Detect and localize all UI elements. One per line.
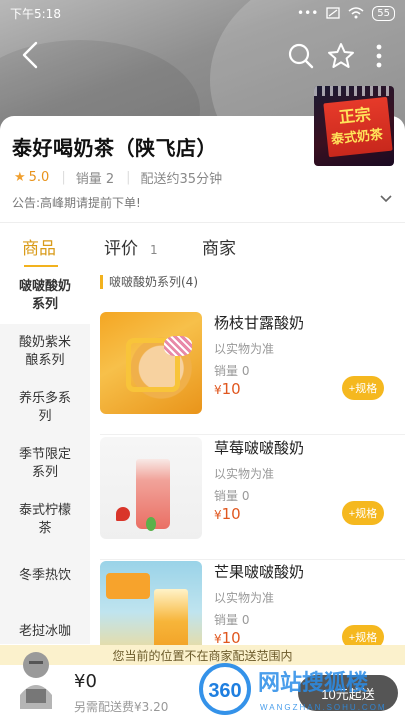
search-icon[interactable] [287, 42, 315, 70]
tab-products[interactable]: 商品 [22, 234, 56, 259]
divider [0, 222, 405, 223]
category-item[interactable]: 养乐多系列 [0, 380, 90, 436]
product-desc: 以实物为准 [214, 342, 275, 356]
product-sales: 销量 0 [214, 613, 250, 627]
product-sales: 销量 0 [214, 364, 250, 378]
currency-symbol: ¥ [214, 383, 222, 397]
tab-reviews[interactable]: 评价 1 [104, 234, 158, 259]
store-tabs: 商品 评价 1 商家 [0, 228, 405, 268]
more-dots-icon: ••• [297, 6, 319, 20]
category-item[interactable]: 季节限定系列 [0, 436, 90, 492]
store-rating: 5.0 [28, 170, 50, 185]
topping [164, 336, 192, 356]
store-meta: ★ 5.0 | 销量 2 | 配送约35分钟 [14, 168, 222, 187]
product-desc: 以实物为准 [214, 467, 275, 481]
chevron-down-icon[interactable] [379, 192, 393, 206]
currency-symbol: ¥ [214, 632, 222, 646]
meta-divider: | [126, 170, 131, 185]
mint-leaf [146, 517, 156, 531]
store-delivery-time: 配送约35分钟 [140, 172, 223, 187]
price-value: 10 [221, 505, 241, 523]
category-item[interactable]: 冬季热饮 [0, 548, 90, 604]
signal-icon [326, 7, 340, 19]
category-item[interactable]: 老挝冰咖 [0, 604, 90, 644]
store-announcement[interactable]: 公告:高峰期请提前下单! [12, 194, 397, 211]
reviews-count: 1 [150, 243, 158, 257]
tab-reviews-label: 评价 [104, 239, 138, 259]
product-image[interactable] [100, 437, 202, 539]
neon-lights-decoration [314, 86, 394, 96]
product-item[interactable]: 杨枝甘露酸奶 以实物为准 销量 0 ¥10 +规格 [100, 312, 405, 435]
tab-merchant-label: 商家 [202, 239, 236, 259]
storefront-sign: 正宗 泰式奶茶 [323, 96, 393, 158]
cart-mascot-icon[interactable] [12, 647, 60, 713]
product-image[interactable] [100, 312, 202, 414]
store-logo-image[interactable]: 正宗 泰式奶茶 [314, 86, 394, 166]
product-price: ¥10 [214, 505, 241, 523]
meta-divider: | [61, 170, 66, 185]
category-item[interactable]: 泰式柠檬茶 [0, 492, 90, 548]
product-desc: 以实物为准 [214, 591, 275, 605]
select-spec-button[interactable]: +规格 [342, 376, 384, 400]
tab-products-label: 商品 [22, 239, 56, 259]
store-sales: 销量 2 [75, 172, 115, 187]
divider [100, 559, 405, 560]
announcement-text: 公告:高峰期请提前下单! [12, 196, 141, 210]
category-sidebar[interactable]: 啵啵酸奶系列 酸奶紫米酿系列 养乐多系列 季节限定系列 泰式柠檬茶 冬季热饮 老… [0, 268, 90, 644]
navigation-bar [0, 30, 405, 80]
category-item[interactable]: 啵啵酸奶系列 [0, 268, 90, 324]
strawberry [116, 507, 130, 521]
promo-tag [106, 573, 150, 599]
cart-bar: ¥0 另需配送费¥3.20 10元起送 [0, 652, 405, 720]
delivery-fee: 另需配送费¥3.20 [74, 700, 169, 714]
section-title: 啵啵酸奶系列(4) [100, 275, 198, 289]
store-name: 泰好喝奶茶（陕飞店） [12, 136, 217, 160]
product-name: 杨枝甘露酸奶 [214, 314, 305, 332]
status-bar: 下午5:18 ••• 55 [0, 0, 405, 26]
product-sales: 销量 0 [214, 489, 250, 503]
cart-total: ¥0 [74, 671, 97, 692]
active-tab-indicator [24, 265, 58, 267]
status-time: 下午5:18 [10, 6, 61, 21]
battery-indicator: 55 [372, 5, 395, 21]
product-price: ¥10 [214, 380, 241, 398]
tab-merchant[interactable]: 商家 [202, 234, 236, 259]
delivery-range-notice: 您当前的位置不在商家配送范围内 [0, 645, 405, 665]
favorite-star-icon[interactable] [326, 41, 356, 71]
divider [100, 434, 405, 435]
product-name: 芒果啵啵酸奶 [214, 563, 305, 581]
back-arrow-icon[interactable] [16, 40, 46, 70]
checkout-button[interactable]: 10元起送 [298, 675, 398, 711]
more-vertical-icon[interactable] [369, 42, 389, 70]
product-name: 草莓啵啵酸奶 [214, 439, 305, 457]
wifi-icon [348, 7, 364, 19]
currency-symbol: ¥ [214, 508, 222, 522]
price-value: 10 [221, 380, 241, 398]
rating-star-icon: ★ [14, 170, 26, 185]
category-item[interactable]: 酸奶紫米酿系列 [0, 324, 90, 380]
select-spec-button[interactable]: +规格 [342, 501, 384, 525]
product-item[interactable]: 草莓啵啵酸奶 以实物为准 销量 0 ¥10 +规格 [100, 437, 405, 560]
